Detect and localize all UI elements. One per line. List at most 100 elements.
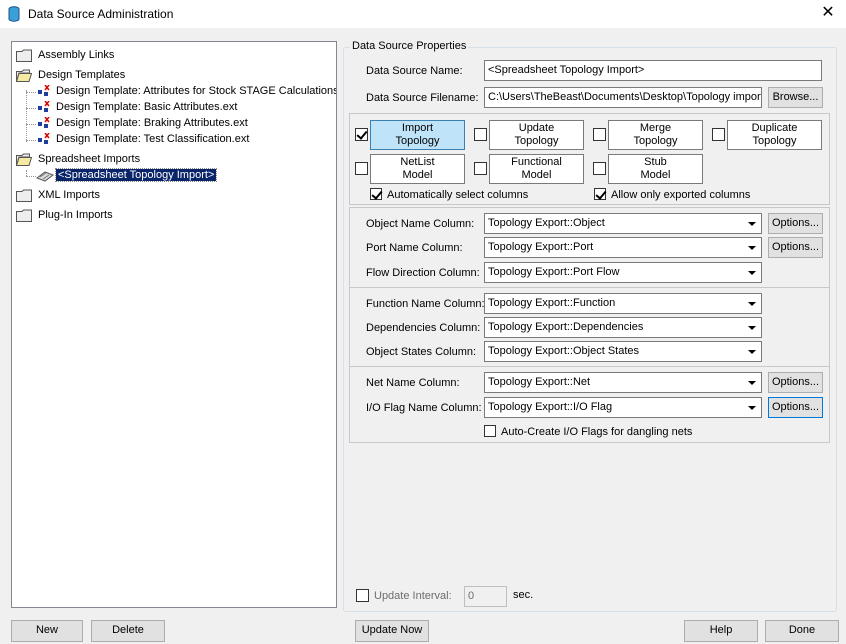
folder-open-icon xyxy=(16,69,32,82)
tree-connector xyxy=(26,176,36,177)
mode-line2: Model xyxy=(402,169,433,181)
tree-item-template-test[interactable]: Design Template: Test Classification.ext xyxy=(36,131,251,147)
folder-icon xyxy=(16,49,32,62)
dependencies-select[interactable]: Topology Export::Dependencies xyxy=(484,317,762,338)
mode-line1: Duplicate xyxy=(751,122,798,134)
function-name-select[interactable]: Topology Export::Function xyxy=(484,293,762,314)
net-name-label: Net Name Column: xyxy=(366,377,460,389)
only-exported-checkbox[interactable] xyxy=(594,188,606,200)
seconds-label: sec. xyxy=(513,589,534,601)
mode-line2: Topology xyxy=(752,135,797,147)
spreadsheet-icon xyxy=(36,170,54,182)
mode-line2: Topology xyxy=(514,135,559,147)
dependencies-label: Dependencies Column: xyxy=(366,322,481,334)
flow-direction-select[interactable]: Topology Export::Port Flow xyxy=(484,262,762,283)
template-icon xyxy=(38,132,50,144)
select-value: Topology Export::Object xyxy=(488,217,605,229)
tree-item-template-braking[interactable]: Design Template: Braking Attributes.ext xyxy=(36,115,250,131)
object-name-select[interactable]: Topology Export::Object xyxy=(484,213,762,234)
help-button[interactable]: Help xyxy=(684,620,758,642)
select-value: Topology Export::I/O Flag xyxy=(488,401,613,413)
object-name-label: Object Name Column: xyxy=(366,218,475,230)
net-options-button[interactable]: Options... xyxy=(768,372,823,393)
browse-button[interactable]: Browse... xyxy=(768,87,823,108)
template-icon xyxy=(38,100,50,112)
io-flag-options-button[interactable]: Options... xyxy=(768,397,823,418)
tree-item-label: Spreadsheet Imports xyxy=(38,153,141,165)
database-icon xyxy=(8,6,20,22)
auto-select-columns-checkbox[interactable] xyxy=(370,188,382,200)
port-name-select[interactable]: Topology Export::Port xyxy=(484,237,762,258)
update-topology-checkbox[interactable] xyxy=(474,128,487,141)
update-interval-checkbox[interactable] xyxy=(356,589,369,602)
object-states-select[interactable]: Topology Export::Object States xyxy=(484,341,762,362)
tree-item-spreadsheet-imports[interactable]: Spreadsheet Imports xyxy=(16,151,142,167)
data-source-name-input[interactable]: <Spreadsheet Topology Import> xyxy=(484,60,822,81)
mode-line1: Import xyxy=(401,122,434,134)
divider xyxy=(349,287,830,288)
tree-item-design-templates[interactable]: Design Templates xyxy=(16,67,127,83)
select-value: Topology Export::Object States xyxy=(488,345,640,357)
import-topology-checkbox[interactable] xyxy=(355,128,368,141)
auto-create-io-flags-checkbox[interactable] xyxy=(484,425,496,437)
merge-topology-checkbox[interactable] xyxy=(593,128,606,141)
duplicate-topology-checkbox[interactable] xyxy=(712,128,725,141)
chevron-down-icon xyxy=(744,215,760,232)
tree-item-label: Plug-In Imports xyxy=(38,209,113,221)
tree-item-template-stock-stage[interactable]: Design Template: Attributes for Stock ST… xyxy=(36,83,337,99)
tree-item-plugin-imports[interactable]: Plug-In Imports xyxy=(16,207,115,223)
name-label: Data Source Name: xyxy=(366,65,463,77)
stub-model-button[interactable]: Stub Model xyxy=(608,154,703,184)
done-button[interactable]: Done xyxy=(765,620,839,642)
tree-item-label: Design Template: Test Classification.ext xyxy=(56,133,250,145)
functional-model-checkbox[interactable] xyxy=(474,162,487,175)
mode-line2: Model xyxy=(521,169,552,181)
netlist-model-button[interactable]: NetList Model xyxy=(370,154,465,184)
object-options-button[interactable]: Options... xyxy=(768,213,823,234)
delete-button[interactable]: Delete xyxy=(91,620,165,642)
chevron-down-icon xyxy=(744,239,760,256)
chevron-down-icon xyxy=(744,264,760,281)
merge-topology-button[interactable]: Merge Topology xyxy=(608,120,703,150)
import-topology-button[interactable]: Import Topology xyxy=(370,120,465,150)
chevron-down-icon xyxy=(744,295,760,312)
tree-item-assembly-links[interactable]: Assembly Links xyxy=(16,47,116,63)
tree-item-label: Design Templates xyxy=(38,69,126,81)
duplicate-topology-button[interactable]: Duplicate Topology xyxy=(727,120,822,150)
auto-select-columns-label: Automatically select columns xyxy=(387,189,529,201)
tree-item-xml-imports[interactable]: XML Imports xyxy=(16,187,102,203)
stub-model-checkbox[interactable] xyxy=(593,162,606,175)
port-name-label: Port Name Column: xyxy=(366,242,463,254)
chevron-down-icon xyxy=(744,343,760,360)
update-interval-input[interactable]: 0 xyxy=(464,586,507,607)
select-value: Topology Export::Port xyxy=(488,241,594,253)
tree-connector xyxy=(26,140,36,141)
mode-line1: Functional xyxy=(511,156,562,168)
chevron-down-icon xyxy=(744,399,760,416)
update-now-button[interactable]: Update Now xyxy=(355,620,429,642)
functional-model-button[interactable]: Functional Model xyxy=(489,154,584,184)
select-value: Topology Export::Net xyxy=(488,376,591,388)
window-title: Data Source Administration xyxy=(28,7,174,21)
tree-connector xyxy=(26,124,36,125)
function-name-label: Function Name Column: xyxy=(366,298,485,310)
close-icon[interactable]: ✕ xyxy=(816,2,840,24)
new-button[interactable]: New xyxy=(11,620,83,642)
filename-label: Data Source Filename: xyxy=(366,92,479,104)
mode-line1: NetList xyxy=(400,156,435,168)
tree-item-template-basic[interactable]: Design Template: Basic Attributes.ext xyxy=(36,99,239,115)
tree-item-label: Design Template: Braking Attributes.ext xyxy=(56,117,248,129)
io-flag-select[interactable]: Topology Export::I/O Flag xyxy=(484,397,762,418)
data-source-tree[interactable]: Assembly Links Design Templates Design T… xyxy=(11,41,337,608)
update-topology-button[interactable]: Update Topology xyxy=(489,120,584,150)
port-options-button[interactable]: Options... xyxy=(768,237,823,258)
mode-line1: Stub xyxy=(644,156,667,168)
tree-item-label: Design Template: Attributes for Stock ST… xyxy=(56,85,337,97)
netlist-model-checkbox[interactable] xyxy=(355,162,368,175)
net-name-select[interactable]: Topology Export::Net xyxy=(484,372,762,393)
folder-open-icon xyxy=(16,153,32,166)
template-icon xyxy=(38,116,50,128)
data-source-filename-input[interactable]: C:\Users\TheBeast\Documents\Desktop\Topo… xyxy=(484,87,762,108)
mode-line1: Merge xyxy=(639,122,672,134)
tree-item-spreadsheet-topology-import[interactable]: <Spreadsheet Topology Import> xyxy=(36,167,218,183)
